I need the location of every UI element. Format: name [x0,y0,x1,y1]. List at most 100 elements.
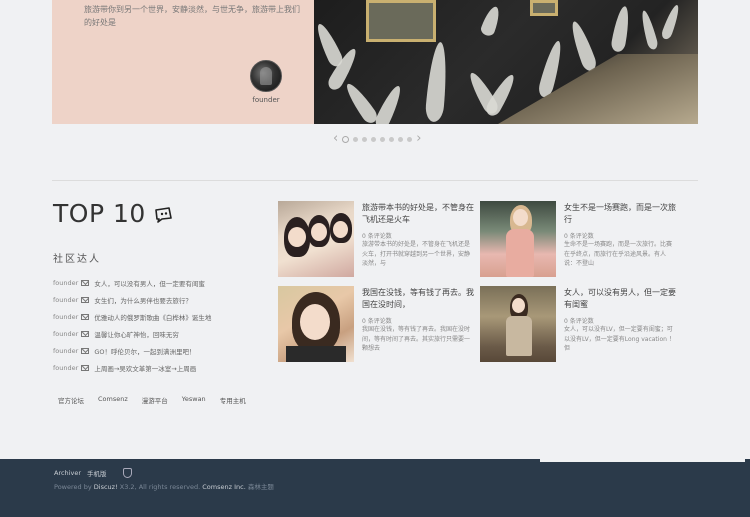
hero-text-panel: 旅游带你到另一个世界，安静淡然，与世无争，旅游带上我们的好处是 founder [52,0,314,124]
friend-link[interactable]: Yeswan [182,395,206,405]
article-card[interactable]: 旅游带本书的好处是，不管身在飞机还是火车 0 条评论数 旅游带本书的好处是，不管… [278,201,478,277]
leaf-decor [660,3,682,41]
chevron-right-icon[interactable]: › [416,132,421,145]
talent-user[interactable]: founder [53,364,78,372]
talent-user[interactable]: founder [53,330,78,338]
author-avatar[interactable] [250,60,282,92]
photo-shape [506,316,532,356]
comment-count: 0 条评论数 [564,233,594,240]
article-card[interactable]: 我国在没钱，等有钱了再去。我国在没时间， 0 条评论数 我国在没钱，等有钱了再去… [278,286,478,362]
slider-dot[interactable] [398,136,404,142]
talent-section-title: 社区达人 [53,254,101,265]
talent-post[interactable]: GO！呼伦贝尔，一起到满洲里吧！ [94,346,195,356]
slider-dot[interactable] [380,136,386,142]
archiver-link[interactable]: Archiver [54,469,81,477]
article-thumbnail[interactable] [278,201,354,277]
article-thumbnail[interactable] [480,286,556,362]
hero-author[interactable]: founder [248,96,284,104]
talent-post[interactable]: 女生们，为什么男伴也要去旅行？ [94,295,192,305]
company-link[interactable]: Comsenz Inc. [202,483,246,491]
footer-notch [540,459,745,462]
mail-icon[interactable] [81,313,90,320]
photo-shape [513,209,528,226]
version: X3.2 [119,483,135,491]
theme-link[interactable]: 森林主题 [248,483,274,491]
talent-post[interactable]: 优雅动人的俄罗斯歌曲《白桦林》诞生地 [94,312,211,322]
mail-icon[interactable] [81,347,90,354]
slider-dot[interactable] [362,136,368,142]
list-item[interactable]: founder 温馨让你心旷神怡，回味无穷 [53,325,211,342]
article-title[interactable]: 女生不是一场赛跑，而是一次旅行 [564,202,676,226]
friend-link[interactable]: 官方论坛 [58,395,84,405]
mobile-link[interactable]: 手机版 [87,468,107,478]
leaf-decor [424,41,450,123]
hero-text: 旅游带你到另一个世界，安静淡然，与世无争，旅游带上我们的好处是 [84,5,300,27]
photo-shape [512,298,525,313]
page-footer: Archiver 手机版 Powered by Discuz! X3.2, Al… [0,459,750,517]
slider-dot[interactable] [407,136,413,142]
talent-post[interactable]: 温馨让你心旷神怡，回味无穷 [94,329,179,339]
article-excerpt: 我国在没钱，等有钱了再去。我国在没时间，等有时间了再去。其实旅行只需要一颗想去 [362,326,471,352]
friend-link[interactable]: 漫游平台 [142,395,168,405]
photo-shape [286,346,346,362]
talent-user[interactable]: founder [53,313,78,321]
talent-user[interactable]: founder [53,296,78,304]
powered-by-label: Powered by [54,483,92,491]
wall-frame [530,0,558,16]
mail-icon[interactable] [81,364,90,371]
photo-shape [288,227,306,247]
leaf-decor [610,5,632,53]
footer-nav: Archiver 手机版 [54,468,132,478]
friend-link[interactable]: 专用主机 [220,395,246,405]
hero-image[interactable] [314,0,698,124]
section-divider [52,180,698,181]
photo-shape [311,223,327,241]
article-excerpt: 女人，可以没有LV，但一定要有闺蜜；可以没有LV，但一定要有Long vacat… [564,326,675,352]
slider-dot[interactable] [353,136,359,142]
chat-bubble-icon [155,207,172,223]
talent-post[interactable]: 上周画→吴欢文革第一冰室→上周画 [94,363,196,373]
talent-user[interactable]: founder [53,279,78,287]
rights-text: , All rights reserved. [134,483,201,491]
list-item[interactable]: founder 女人，可以没有男人，但一定要有闺蜜 [53,274,211,291]
hero-slider[interactable]: 旅游带你到另一个世界，安静淡然，与世无争，旅游带上我们的好处是 founder [52,0,698,124]
powered-by: Powered by Discuz! X3.2, All rights rese… [54,481,274,491]
leaf-decor [372,83,406,124]
article-title[interactable]: 女人，可以没有男人，但一定要有闺蜜 [564,287,676,311]
slider-dot[interactable] [342,135,350,143]
photo-shape [506,229,534,277]
photo-shape [333,221,348,238]
photo-shape [300,304,330,340]
leaf-decor [479,4,503,38]
mail-icon[interactable] [81,296,90,303]
product-link[interactable]: Discuz! [94,483,118,491]
list-item[interactable]: founder GO！呼伦贝尔，一起到满洲里吧！ [53,342,211,359]
talent-user[interactable]: founder [53,347,78,355]
leaf-decor [638,9,660,51]
shield-icon[interactable] [122,468,132,478]
slider-dot[interactable] [389,136,395,142]
chevron-left-icon[interactable]: ‹ [333,132,338,145]
comment-count: 0 条评论数 [564,318,594,325]
article-card[interactable]: 女人，可以没有男人，但一定要有闺蜜 0 条评论数 女人，可以没有LV，但一定要有… [480,286,680,362]
list-item[interactable]: founder 女生们，为什么男伴也要去旅行？ [53,291,211,308]
leaf-decor [567,19,599,73]
mail-icon[interactable] [81,279,90,286]
talent-post[interactable]: 女人，可以没有男人，但一定要有闺蜜 [94,278,205,288]
wall-frame [366,0,436,42]
list-item[interactable]: founder 上周画→吴欢文革第一冰室→上周画 [53,359,211,376]
slider-dot[interactable] [371,136,377,142]
article-title[interactable]: 我国在没钱，等有钱了再去。我国在没时间， [362,287,474,311]
mail-icon[interactable] [81,330,90,337]
article-card[interactable]: 女生不是一场赛跑，而是一次旅行 0 条评论数 生命不是一场赛跑，而是一次旅行。比… [480,201,680,277]
list-item[interactable]: founder 优雅动人的俄罗斯歌曲《白桦林》诞生地 [53,308,211,325]
talent-list: founder 女人，可以没有男人，但一定要有闺蜜 founder 女生们，为什… [53,274,211,376]
slider-pagination: ‹ › [333,132,421,145]
article-thumbnail[interactable] [278,286,354,362]
article-excerpt: 生命不是一场赛跑，而是一次旅行。比赛在乎终点，而旅行在乎沿途风景。有人说：不登山 [564,241,673,267]
comment-count: 0 条评论数 [362,233,392,240]
article-thumbnail[interactable] [480,201,556,277]
article-title[interactable]: 旅游带本书的好处是，不管身在飞机还是火车 [362,202,474,226]
friend-link[interactable]: Comsenz [98,395,128,405]
top10-title: TOP 10 [53,199,146,228]
